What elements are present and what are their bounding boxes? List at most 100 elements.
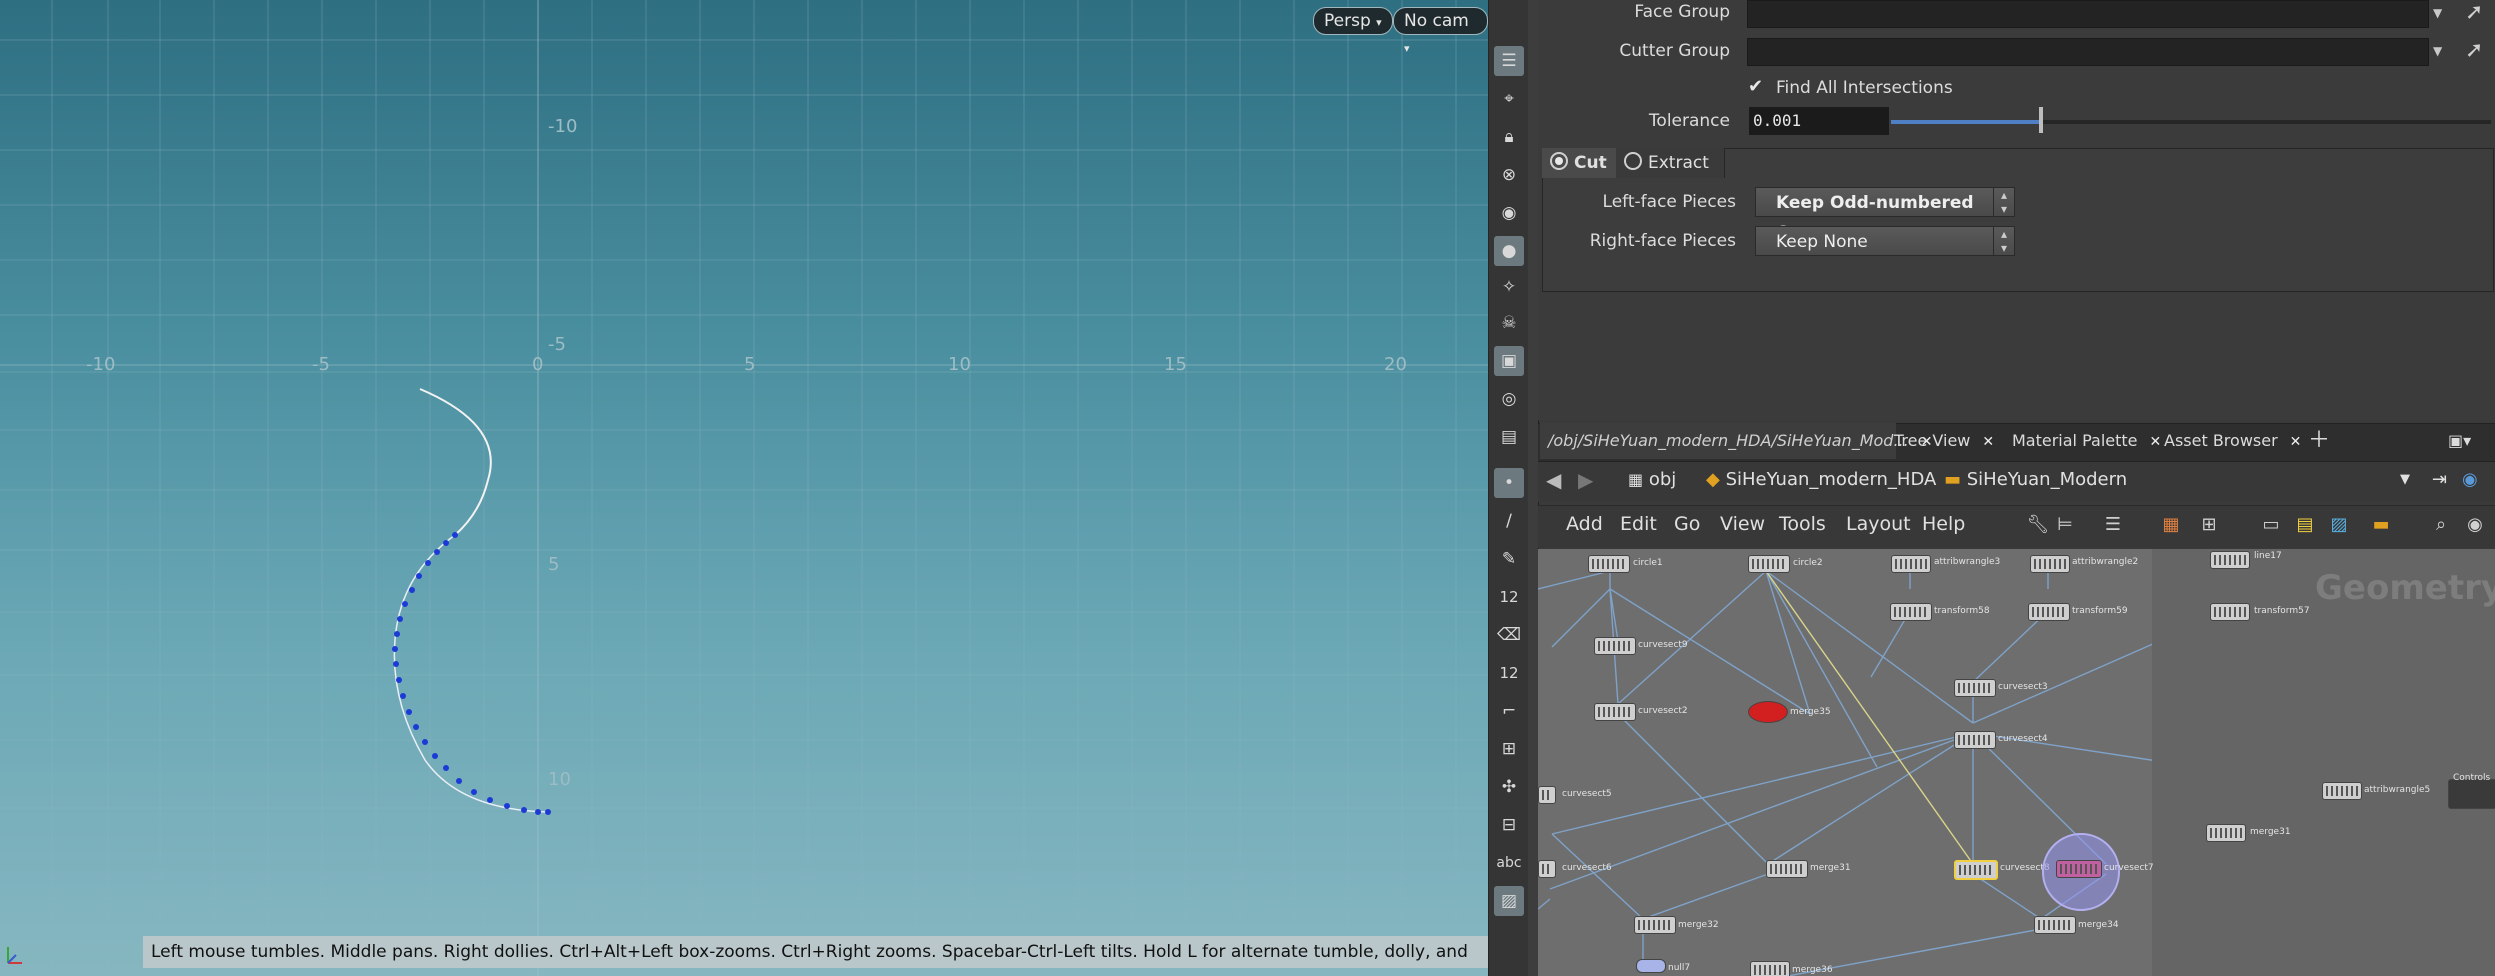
- transform-icon[interactable]: ✣: [1494, 772, 1524, 802]
- node-attribwrangle3[interactable]: [1891, 555, 1931, 573]
- sticky-note-icon[interactable]: ▤: [2292, 511, 2318, 537]
- node-merge35[interactable]: [1748, 701, 1788, 723]
- headlight-icon[interactable]: ✧: [1494, 272, 1524, 302]
- node-transform58[interactable]: [1890, 603, 1932, 621]
- cutter-group-field[interactable]: [1747, 38, 2429, 66]
- left-face-pieces-label: Left-face Pieces: [1602, 192, 1736, 212]
- node-line17[interactable]: [2210, 551, 2250, 569]
- node-curvesect3[interactable]: [1954, 679, 1996, 697]
- node-curvesect5[interactable]: [1538, 786, 1556, 804]
- breadcrumb-obj[interactable]: ▦ obj: [1628, 464, 1676, 496]
- tab-cut[interactable]: Cut: [1542, 148, 1621, 178]
- face-group-field[interactable]: [1747, 0, 2429, 28]
- forward-arrow-icon[interactable]: ▶: [1578, 464, 1593, 496]
- node-attribwrangle2[interactable]: [2030, 555, 2070, 573]
- node-curvesect9[interactable]: [1594, 637, 1636, 655]
- node-merge31[interactable]: [2206, 824, 2246, 842]
- node-circle2[interactable]: [1748, 555, 1790, 573]
- delete-icon[interactable]: ⊗: [1494, 160, 1524, 190]
- node-transform57[interactable]: [2210, 603, 2250, 621]
- menu-help[interactable]: Help: [1922, 513, 1965, 535]
- shading-icon[interactable]: ◉: [1494, 198, 1524, 228]
- curve-icon[interactable]: ⌐: [1494, 696, 1524, 726]
- image-icon[interactable]: ▨: [2326, 511, 2352, 537]
- node-merge34[interactable]: [2034, 916, 2076, 934]
- select-arrow-icon[interactable]: ➚: [2465, 38, 2483, 63]
- light-icon[interactable]: ●: [1494, 236, 1524, 266]
- menu-layout[interactable]: Layout: [1846, 513, 1911, 535]
- display-icon[interactable]: ⊟: [1494, 810, 1524, 840]
- pane-layout-icon[interactable]: ▣▾: [2440, 423, 2479, 459]
- eye-icon[interactable]: ◉: [2462, 511, 2488, 537]
- tolerance-slider[interactable]: [1891, 120, 2491, 124]
- menu-tools[interactable]: Tools: [1779, 513, 1826, 535]
- node-merge32[interactable]: [1634, 916, 1676, 934]
- node-curvesect7[interactable]: [2056, 860, 2102, 878]
- node-null7[interactable]: [1636, 959, 1666, 973]
- node-curvesect8[interactable]: [1954, 860, 1998, 880]
- tab-material-palette[interactable]: Material Palette ✕: [2004, 423, 2169, 459]
- eye-icon[interactable]: ◎: [1494, 384, 1524, 414]
- camera-icon[interactable]: ▣: [1494, 346, 1524, 376]
- menu-view[interactable]: View: [1720, 513, 1765, 535]
- right-face-pieces-menu[interactable]: Keep None ▴ ▾: [1755, 226, 2015, 256]
- node-merge36[interactable]: [1750, 961, 1790, 976]
- breadcrumb-subnet[interactable]: ▬ SiHeYuan_Modern: [1944, 464, 2127, 496]
- node-curvesect4[interactable]: [1954, 731, 1996, 749]
- point-display-icon[interactable]: •: [1494, 468, 1524, 498]
- pen-icon[interactable]: ✎: [1494, 544, 1524, 574]
- number-icon[interactable]: 12: [1494, 582, 1524, 612]
- network-box-icon[interactable]: ▭: [2258, 511, 2284, 537]
- grid-icon[interactable]: ⊞: [2196, 511, 2222, 537]
- tolerance-input[interactable]: 0.001: [1749, 107, 1889, 135]
- add-tab-icon[interactable]: ＋: [2300, 423, 2338, 459]
- subnet-icon[interactable]: ▬: [2368, 511, 2394, 537]
- tab-extract[interactable]: Extract: [1616, 148, 1725, 178]
- camera-view-icon[interactable]: ▤: [1494, 422, 1524, 452]
- pin-icon[interactable]: ⇥: [2432, 464, 2447, 496]
- wireframe-ghost-icon[interactable]: ☰: [1494, 46, 1524, 76]
- node-attribwrangle5[interactable]: [2322, 782, 2362, 800]
- node-transform59[interactable]: [2028, 603, 2070, 621]
- search-icon[interactable]: ⌕: [2428, 511, 2454, 537]
- lock-icon[interactable]: 🔒︎: [1494, 122, 1524, 152]
- chevron-down-icon[interactable]: ▼: [2433, 44, 2442, 58]
- skull-light-icon[interactable]: ☠: [1494, 308, 1524, 338]
- color-palette-icon[interactable]: ▦: [2158, 511, 2184, 537]
- tree-icon[interactable]: ⊨: [2052, 511, 2078, 537]
- tab-network-path[interactable]: /obj/SiHeYuan_modern_HDA/SiHeYuan_Mod...…: [1540, 423, 1932, 459]
- scale-icon[interactable]: ⊞: [1494, 734, 1524, 764]
- left-face-pieces-menu[interactable]: Keep Odd-numbered Ones ▴▾: [1755, 187, 2015, 243]
- menu-add[interactable]: Add: [1566, 513, 1603, 535]
- node-curvesect2[interactable]: [1594, 703, 1636, 721]
- brush-icon[interactable]: ∕: [1494, 506, 1524, 536]
- node-merge31-alt[interactable]: [1766, 860, 1808, 878]
- persp-menu-button[interactable]: Persp ▾: [1313, 7, 1393, 35]
- node-controls[interactable]: [2448, 779, 2495, 809]
- node-circle1[interactable]: [1588, 555, 1630, 573]
- number-icon-2[interactable]: 12: [1494, 658, 1524, 688]
- network-editor[interactable]: circle1 circle2 attribwrangle3 attribwra…: [1538, 549, 2495, 976]
- tab-asset-browser[interactable]: Asset Browser ✕: [2156, 423, 2309, 459]
- chevron-down-icon[interactable]: ▼: [2400, 464, 2410, 496]
- link-icon[interactable]: ◉: [2462, 464, 2478, 496]
- camera-menu-button[interactable]: No cam ▾: [1393, 7, 1488, 55]
- back-arrow-icon[interactable]: ◀: [1546, 464, 1561, 496]
- find-all-checkbox[interactable]: ✔: [1748, 78, 1766, 96]
- node-curvesect6[interactable]: [1538, 860, 1556, 878]
- chevron-down-icon[interactable]: ▼: [2433, 6, 2442, 20]
- scene-viewport[interactable]: -10 -5 0 5 10 15 20 -10 -5 5 10 Persp ▾ …: [0, 0, 1488, 976]
- wrench-icon[interactable]: 🔧︎: [2025, 511, 2051, 537]
- select-arrow-icon[interactable]: ➚: [2465, 0, 2483, 25]
- menu-go[interactable]: Go: [1674, 513, 1700, 535]
- tab-tree-view[interactable]: Tree View ✕: [1886, 423, 2002, 459]
- eraser-icon[interactable]: ⌫: [1494, 620, 1524, 650]
- abc-button[interactable]: abc: [1494, 848, 1524, 878]
- menu-edit[interactable]: Edit: [1620, 513, 1657, 535]
- list-icon[interactable]: ☰: [2100, 511, 2126, 537]
- background-image-icon[interactable]: ▨: [1494, 886, 1524, 916]
- snap-icon[interactable]: ⌖: [1494, 84, 1524, 114]
- close-icon[interactable]: ✕: [1982, 434, 1994, 450]
- breadcrumb-hda[interactable]: ◆ SiHeYuan_modern_HDA: [1706, 464, 1936, 496]
- tolerance-slider-handle[interactable]: [2039, 107, 2043, 133]
